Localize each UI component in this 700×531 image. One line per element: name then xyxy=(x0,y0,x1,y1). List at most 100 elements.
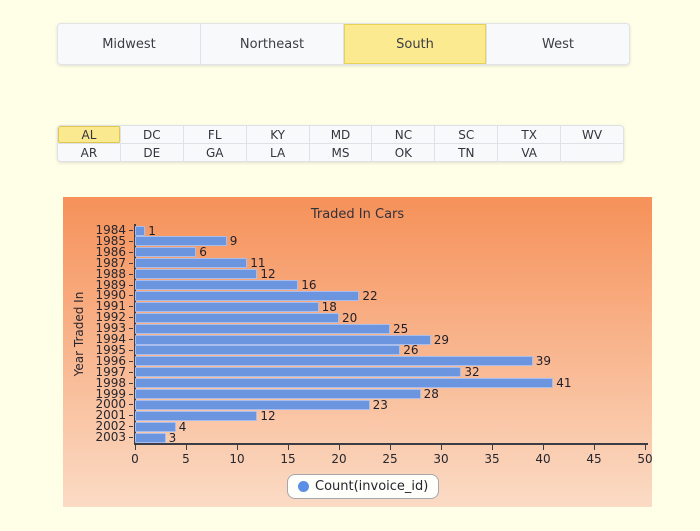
bar-value-label: 18 xyxy=(321,299,337,314)
y-tick-mark xyxy=(129,426,133,428)
y-tick-mark xyxy=(129,349,133,351)
state-cell-va[interactable]: VA xyxy=(498,144,562,161)
state-cell-sc[interactable]: SC xyxy=(435,126,499,143)
state-cell-md[interactable]: MD xyxy=(310,126,373,143)
x-tick-mark xyxy=(134,445,136,450)
state-cell-tx[interactable]: TX xyxy=(498,126,562,143)
bar-1984[interactable] xyxy=(135,225,146,236)
bar-value-label: 22 xyxy=(362,288,378,303)
state-cell-ok[interactable]: OK xyxy=(372,144,436,161)
bar-value-label: 20 xyxy=(342,310,358,325)
state-cell-ar[interactable]: AR xyxy=(58,144,121,161)
y-tick-mark xyxy=(129,240,133,242)
bar-1993[interactable] xyxy=(135,323,390,334)
x-axis-line xyxy=(134,443,648,445)
y-tick-mark xyxy=(129,393,133,395)
state-cell-dc[interactable]: DC xyxy=(121,126,184,143)
bar-value-label: 39 xyxy=(535,354,552,369)
bar-1991[interactable] xyxy=(135,301,319,312)
y-tick-mark xyxy=(129,262,133,264)
state-cell-fl[interactable]: FL xyxy=(184,126,247,143)
state-cell-empty xyxy=(561,144,623,161)
x-tick-label: 15 xyxy=(280,452,296,466)
bar-2000[interactable] xyxy=(135,399,370,410)
x-tick-mark xyxy=(593,445,595,450)
x-tick-label: 0 xyxy=(131,452,139,466)
x-tick-label: 25 xyxy=(382,452,398,466)
bar-1995[interactable] xyxy=(135,345,401,356)
legend-label: Count(invoice_id) xyxy=(315,479,429,494)
state-cell-al[interactable]: AL xyxy=(58,126,121,143)
state-cell-de[interactable]: DE xyxy=(121,144,184,161)
tab-midwest[interactable]: Midwest xyxy=(58,24,201,64)
bar-value-label: 28 xyxy=(423,387,439,401)
state-cell-la[interactable]: LA xyxy=(247,144,310,161)
x-tick-mark xyxy=(542,445,544,450)
bar-1998[interactable] xyxy=(135,378,554,389)
plot-area: 1 9 6 11 12 16 22 18 20 25 29 26 39 32 41 28 23 12 4 3 xyxy=(135,223,645,444)
bar-value-label: 23 xyxy=(372,397,388,412)
y-tick-mark xyxy=(129,404,133,406)
y-tick-mark xyxy=(129,415,133,417)
x-tick-label: 20 xyxy=(331,452,347,466)
legend-marker-icon xyxy=(298,481,309,492)
y-tick-mark xyxy=(129,306,133,308)
bar-1989[interactable] xyxy=(135,280,299,290)
x-tick-label: 30 xyxy=(433,452,449,466)
bar-1988[interactable] xyxy=(135,269,258,280)
tab-south[interactable]: South xyxy=(344,24,487,64)
chart-title: Traded In Cars xyxy=(310,207,405,222)
legend[interactable]: Count(invoice_id) xyxy=(287,474,440,499)
state-cell-ky[interactable]: KY xyxy=(247,126,310,143)
y-tick-mark xyxy=(129,273,133,275)
bar-1987[interactable] xyxy=(135,258,248,269)
bar-value-label: 29 xyxy=(433,332,450,347)
tab-west[interactable]: West xyxy=(487,24,629,64)
bar-value-label: 32 xyxy=(464,365,480,380)
bar-1992[interactable] xyxy=(135,312,339,323)
y-tick-mark xyxy=(129,295,133,297)
bar-2003[interactable] xyxy=(135,432,166,443)
bar-value-label: 6 xyxy=(199,245,207,260)
bar-1994[interactable] xyxy=(135,334,431,345)
y-tick-mark xyxy=(129,371,133,373)
x-tick-mark xyxy=(440,445,442,450)
bar-value-label: 1 xyxy=(148,223,156,238)
bar-1986[interactable] xyxy=(135,247,197,258)
x-tick-label: 40 xyxy=(535,452,551,466)
bar-1997[interactable] xyxy=(135,367,462,378)
bar-value-label: 16 xyxy=(301,278,317,292)
state-cell-tn[interactable]: TN xyxy=(435,144,499,161)
bar-value-label: 25 xyxy=(393,321,409,336)
x-tick-mark xyxy=(185,445,187,450)
y-tick-mark xyxy=(129,339,133,340)
bar-value-label: 41 xyxy=(556,376,572,391)
state-grid: AL DC FL KY MD NC SC TX WV AR DE GA LA MS OK TN VA xyxy=(57,125,624,162)
x-tick-mark xyxy=(644,445,646,450)
state-cell-wv[interactable]: WV xyxy=(561,126,623,143)
bar-value-label: 26 xyxy=(403,343,419,358)
traded-in-cars-chart: Traded In Cars Year Traded In 1 9 6 11 12 16 2… xyxy=(63,197,653,507)
state-grid-row: AR DE GA LA MS OK TN VA xyxy=(58,144,623,161)
bar-value-label: 9 xyxy=(229,234,238,249)
bar-2001[interactable] xyxy=(135,410,258,421)
region-tabbar: Midwest Northeast South West xyxy=(57,23,630,65)
bar-value-label: 12 xyxy=(260,408,276,423)
x-tick-label: 35 xyxy=(484,452,500,466)
y-tick-mark xyxy=(129,382,133,384)
y-tick-mark xyxy=(129,437,133,439)
state-cell-ga[interactable]: GA xyxy=(184,144,247,161)
bar-1985[interactable] xyxy=(135,236,227,247)
state-cell-ms[interactable]: MS xyxy=(310,144,373,161)
y-tick-mark xyxy=(129,360,133,362)
x-tick-mark xyxy=(338,445,340,450)
tab-northeast[interactable]: Northeast xyxy=(201,24,344,64)
bar-value-label: 12 xyxy=(260,267,276,282)
x-tick-label: 5 xyxy=(182,452,190,466)
state-grid-row: AL DC FL KY MD NC SC TX WV xyxy=(58,126,623,144)
y-tick-mark xyxy=(129,317,133,319)
y-tick-label: 2003 xyxy=(95,430,126,445)
bar-value-label: 4 xyxy=(178,419,187,434)
state-cell-nc[interactable]: NC xyxy=(372,126,436,143)
y-tick-mark xyxy=(129,328,133,330)
